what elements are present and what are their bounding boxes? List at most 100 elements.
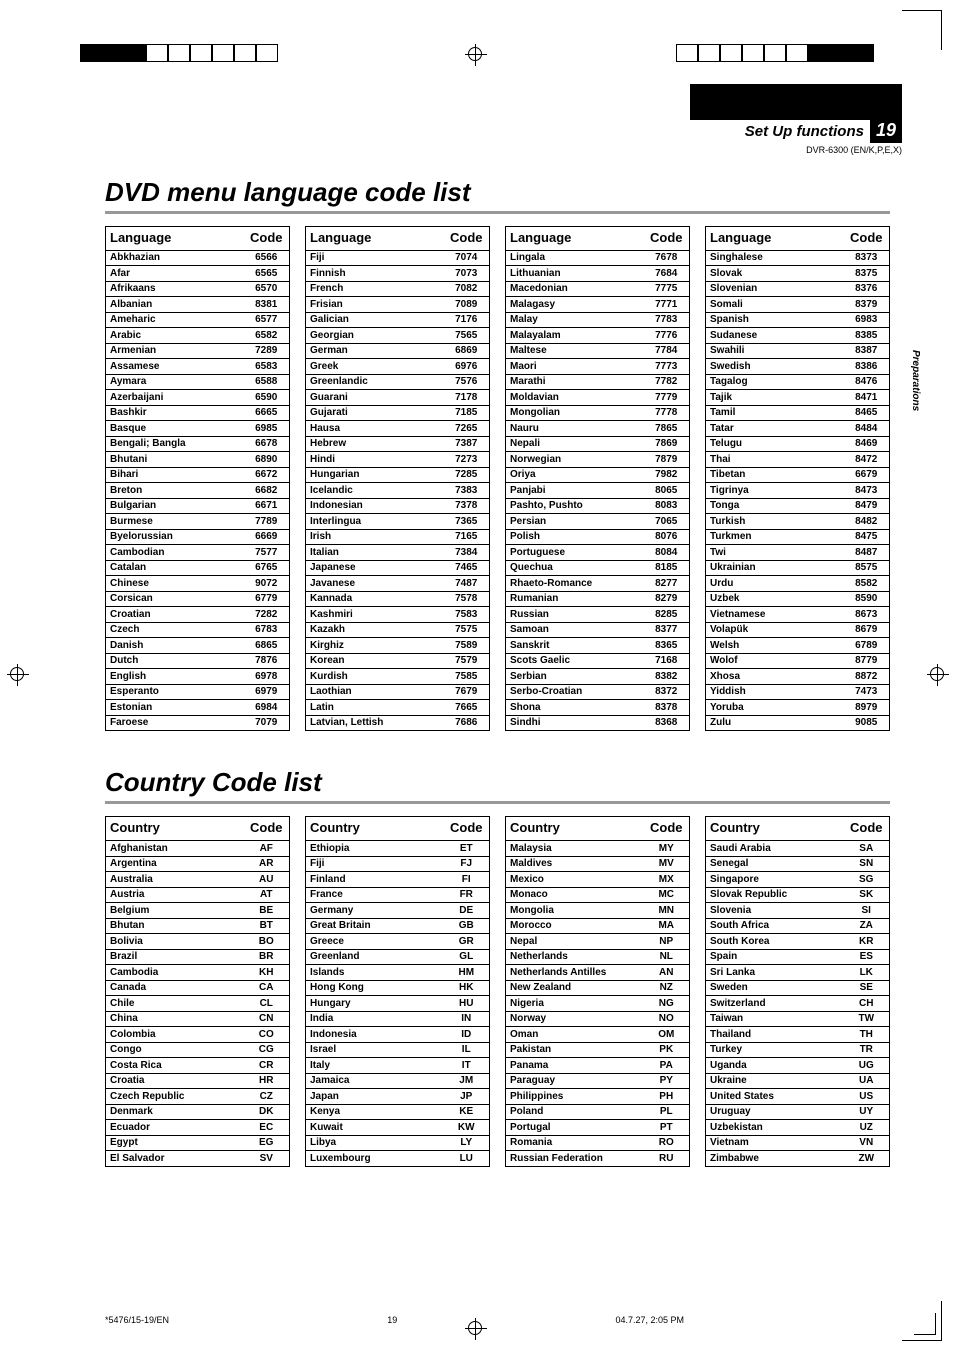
code-cell: NO — [644, 1011, 690, 1027]
table-row: Persian7065 — [506, 514, 690, 530]
name-cell: Wolof — [706, 653, 844, 669]
table-row: Russian FederationRU — [506, 1151, 690, 1167]
name-cell: Croatia — [106, 1073, 244, 1089]
code-cell: AF — [244, 841, 290, 857]
table-row: Malayalam7776 — [506, 328, 690, 344]
code-cell: 7487 — [444, 576, 490, 592]
code-cell: 7073 — [444, 266, 490, 282]
divider — [105, 211, 890, 214]
name-cell: Turkmen — [706, 529, 844, 545]
code-cell: 7176 — [444, 312, 490, 328]
code-cell: 8277 — [644, 576, 690, 592]
table-row: ZimbabweZW — [706, 1151, 890, 1167]
name-cell: Yiddish — [706, 684, 844, 700]
name-cell: Panjabi — [506, 483, 644, 499]
code-cell: EG — [244, 1135, 290, 1151]
table-row: Gujarati7185 — [306, 405, 490, 421]
name-cell: Aymara — [106, 374, 244, 390]
name-cell: Afrikaans — [106, 281, 244, 297]
code-cell: 7082 — [444, 281, 490, 297]
column-header: Country — [506, 817, 644, 841]
name-cell: Bengali; Bangla — [106, 436, 244, 452]
code-cell: 7869 — [644, 436, 690, 452]
code-cell: 6577 — [244, 312, 290, 328]
name-cell: Esperanto — [106, 684, 244, 700]
table-row: Afar6565 — [106, 266, 290, 282]
name-cell: Latvian, Lettish — [306, 715, 444, 731]
code-cell: 8475 — [844, 529, 890, 545]
table-row: Urdu8582 — [706, 576, 890, 592]
table-row: UruguayUY — [706, 1104, 890, 1120]
name-cell: Volapük — [706, 622, 844, 638]
code-cell: 7165 — [444, 529, 490, 545]
table-row: Abkhazian6566 — [106, 250, 290, 266]
table-row: Marathi7782 — [506, 374, 690, 390]
table-row: English6978 — [106, 669, 290, 685]
name-cell: Sanskrit — [506, 638, 644, 654]
table-row: Hungarian7285 — [306, 467, 490, 483]
code-cell: 7579 — [444, 653, 490, 669]
name-cell: Mongolia — [506, 903, 644, 919]
table-row: CanadaCA — [106, 980, 290, 996]
table-row: Catalan6765 — [106, 560, 290, 576]
code-cell: 6865 — [244, 638, 290, 654]
code-cell: 7576 — [444, 374, 490, 390]
code-cell: US — [844, 1089, 890, 1105]
name-cell: Nepal — [506, 934, 644, 950]
code-cell: KR — [844, 934, 890, 950]
table-row: SenegalSN — [706, 856, 890, 872]
code-cell: VN — [844, 1135, 890, 1151]
code-cell: 7665 — [444, 700, 490, 716]
name-cell: Arabic — [106, 328, 244, 344]
table-row: Bulgarian6671 — [106, 498, 290, 514]
code-cell: 8582 — [844, 576, 890, 592]
table-row: Aymara6588 — [106, 374, 290, 390]
name-cell: Irish — [306, 529, 444, 545]
name-cell: Vietnam — [706, 1135, 844, 1151]
table-row: Pashto, Pushto8083 — [506, 498, 690, 514]
name-cell: Russian — [506, 607, 644, 623]
name-cell: Japan — [306, 1089, 444, 1105]
name-cell: Welsh — [706, 638, 844, 654]
table-row: Icelandic7383 — [306, 483, 490, 499]
code-cell: 8476 — [844, 374, 890, 390]
name-cell: Maldives — [506, 856, 644, 872]
name-cell: Greece — [306, 934, 444, 950]
code-cell: NP — [644, 934, 690, 950]
table-row: Lingala7678 — [506, 250, 690, 266]
code-cell: IT — [444, 1058, 490, 1074]
code-cell: 6669 — [244, 529, 290, 545]
code-cell: 7782 — [644, 374, 690, 390]
table-row: Scots Gaelic7168 — [506, 653, 690, 669]
name-cell: Congo — [106, 1042, 244, 1058]
table-row: Bashkir6665 — [106, 405, 290, 421]
code-cell: 7384 — [444, 545, 490, 561]
table-row: Mongolian7778 — [506, 405, 690, 421]
code-cell: 8382 — [644, 669, 690, 685]
column-header: Language — [506, 227, 644, 251]
name-cell: French — [306, 281, 444, 297]
code-cell: 8375 — [844, 266, 890, 282]
column-header: Country — [106, 817, 244, 841]
table-row: SpainES — [706, 949, 890, 965]
code-cell: ZA — [844, 918, 890, 934]
table-row: Turkish8482 — [706, 514, 890, 530]
column-header: Code — [844, 817, 890, 841]
code-cell: 8479 — [844, 498, 890, 514]
code-cell: 8368 — [644, 715, 690, 731]
name-cell: Kurdish — [306, 669, 444, 685]
name-cell: Pashto, Pushto — [506, 498, 644, 514]
code-cell: CH — [844, 996, 890, 1012]
code-cell: AT — [244, 887, 290, 903]
table-row: Malagasy7771 — [506, 297, 690, 313]
code-cell: CA — [244, 980, 290, 996]
name-cell: Thailand — [706, 1027, 844, 1043]
table-row: VietnamVN — [706, 1135, 890, 1151]
table-row: PortugalPT — [506, 1120, 690, 1136]
table-row: Cambodian7577 — [106, 545, 290, 561]
table-row: ChileCL — [106, 996, 290, 1012]
table-row: Sindhi8368 — [506, 715, 690, 731]
table-row: Ameharic6577 — [106, 312, 290, 328]
code-cell: CN — [244, 1011, 290, 1027]
name-cell: Galician — [306, 312, 444, 328]
